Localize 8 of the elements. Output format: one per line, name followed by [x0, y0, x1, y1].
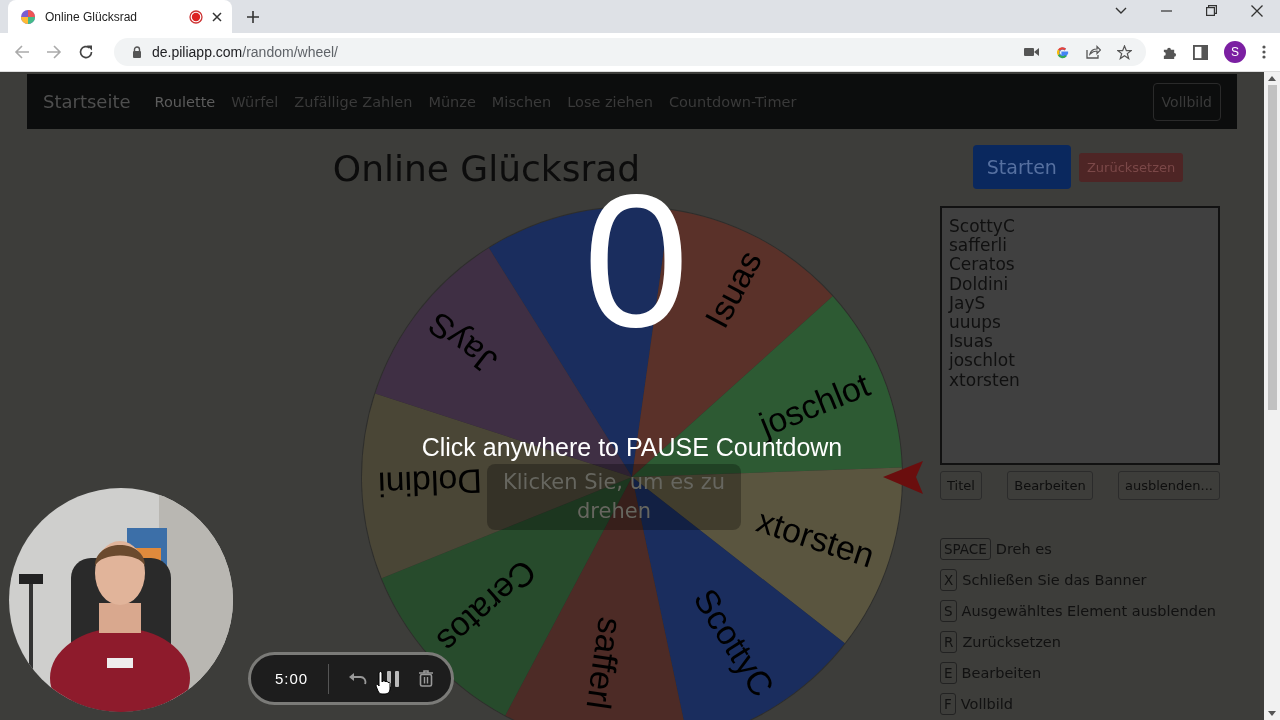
tab-title: Online Glücksrad — [45, 9, 139, 24]
timer-time: 5:00 — [275, 670, 309, 687]
url-text: de.piliapp.com/random/wheel/ — [152, 44, 338, 60]
wheel-label: Doldini — [377, 462, 483, 504]
wheel-label: Isuas — [697, 244, 769, 334]
wheel-label: JayS — [420, 304, 504, 382]
wheel-label: safferl — [579, 615, 630, 712]
wheel-label: xtorsten — [752, 501, 880, 575]
